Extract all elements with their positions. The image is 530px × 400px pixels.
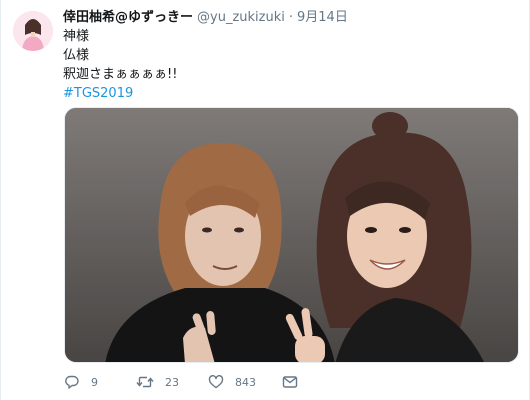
- direct-message-icon: [282, 376, 298, 388]
- user-handle[interactable]: @yu_zukizuki: [197, 10, 285, 25]
- retweet-button[interactable]: 23: [136, 372, 179, 392]
- tweet-text-line: 釈迦さまぁぁぁぁ!!: [63, 67, 178, 82]
- reply-icon: [65, 375, 79, 389]
- tweet[interactable]: 倖田柚希@ゆずっきー @yu_zukizuki · 9月14日 神様 仏様 釈迦さまぁ…: [0, 0, 530, 400]
- retweet-icon: [136, 376, 154, 388]
- photo-illustration: [65, 108, 518, 362]
- tweet-date[interactable]: 9月14日: [297, 10, 348, 25]
- avatar[interactable]: [13, 11, 53, 51]
- reply-button[interactable]: 9: [64, 372, 98, 392]
- tweet-photo[interactable]: [64, 107, 519, 363]
- tweet-text-line: 仏様: [63, 48, 90, 63]
- tweet-text: 神様 仏様 釈迦さまぁぁぁぁ!! #TGS2019: [63, 27, 483, 103]
- like-count: 843: [235, 375, 256, 389]
- reply-count: 9: [91, 375, 98, 389]
- direct-message-button[interactable]: [282, 372, 298, 392]
- header-separator: ·: [288, 10, 293, 25]
- like-button[interactable]: 843: [208, 372, 256, 392]
- avatar-image: [13, 11, 53, 51]
- display-name[interactable]: 倖田柚希@ゆずっきー: [63, 10, 193, 25]
- like-icon: [208, 375, 224, 389]
- tweet-actions: 9 23 843: [64, 372, 524, 392]
- retweet-count: 23: [165, 375, 179, 389]
- hashtag-link[interactable]: #TGS2019: [63, 84, 483, 103]
- tweet-text-line: 神様: [63, 29, 90, 44]
- tweet-header: 倖田柚希@ゆずっきー @yu_zukizuki · 9月14日: [63, 9, 348, 27]
